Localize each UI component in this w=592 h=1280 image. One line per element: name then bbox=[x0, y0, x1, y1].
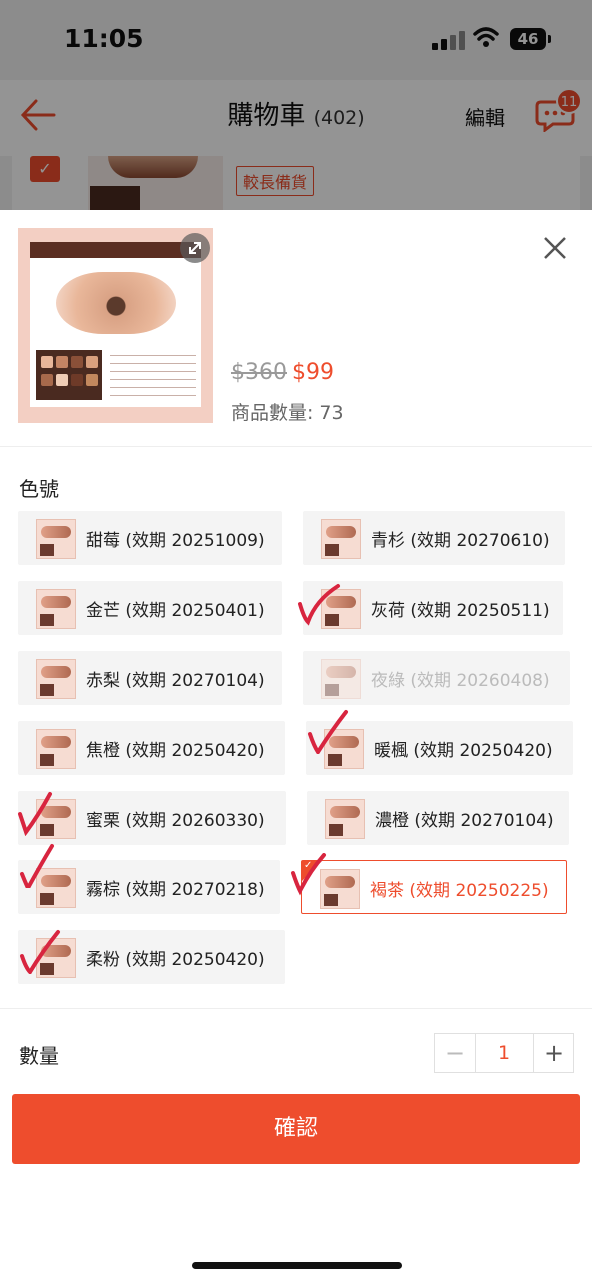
variant-thumbnail bbox=[321, 519, 361, 559]
variant-label: 灰荷 (效期 20250511) bbox=[371, 601, 550, 621]
variant-thumbnail bbox=[36, 729, 76, 769]
handwritten-check-icon bbox=[291, 853, 326, 896]
variant-thumbnail bbox=[36, 589, 76, 629]
variant-thumbnail bbox=[36, 519, 76, 559]
variant-thumbnail bbox=[325, 799, 365, 839]
handwritten-check-icon bbox=[20, 930, 60, 974]
variant-label: 柔粉 (效期 20250420) bbox=[86, 950, 265, 970]
quantity-label: 數量 bbox=[19, 1044, 59, 1068]
dim-overlay[interactable] bbox=[0, 0, 592, 210]
confirm-button[interactable]: 確認 bbox=[12, 1094, 580, 1164]
handwritten-check-icon bbox=[298, 584, 340, 626]
variant-label: 霧棕 (效期 20270218) bbox=[86, 880, 265, 900]
variant-label: 青杉 (效期 20270610) bbox=[371, 531, 550, 551]
variant-label: 赤梨 (效期 20270104) bbox=[86, 671, 265, 691]
handwritten-check-icon bbox=[20, 844, 54, 888]
close-icon[interactable] bbox=[540, 233, 570, 263]
variant-section-label: 色號 bbox=[19, 477, 59, 501]
quantity-value[interactable]: 1 bbox=[475, 1034, 533, 1072]
sale-price: $99 bbox=[292, 360, 334, 385]
home-indicator[interactable] bbox=[192, 1262, 402, 1269]
expand-image-icon[interactable] bbox=[180, 233, 210, 263]
variant-label: 夜綠 (效期 20260408) bbox=[371, 671, 550, 691]
handwritten-check-icon bbox=[18, 792, 52, 836]
quantity-increase-button[interactable]: + bbox=[533, 1034, 574, 1072]
variant-option[interactable]: 灰荷 (效期 20250511) bbox=[303, 581, 563, 635]
variant-label: 金芒 (效期 20250401) bbox=[86, 601, 265, 621]
variant-option[interactable]: 濃橙 (效期 20270104) bbox=[307, 791, 569, 845]
variant-option[interactable]: 赤梨 (效期 20270104) bbox=[18, 651, 282, 705]
variant-option-disabled: 夜綠 (效期 20260408) bbox=[303, 651, 570, 705]
variant-option[interactable]: 甜莓 (效期 20251009) bbox=[18, 511, 282, 565]
variant-label: 甜莓 (效期 20251009) bbox=[86, 531, 265, 551]
variant-option-selected[interactable]: ✓ 褐茶 (效期 20250225) bbox=[301, 860, 567, 914]
variant-option[interactable]: 焦橙 (效期 20250420) bbox=[18, 721, 285, 775]
divider bbox=[0, 1008, 592, 1009]
variant-label: 暖楓 (效期 20250420) bbox=[374, 741, 553, 761]
variant-thumbnail bbox=[321, 659, 361, 699]
variant-label: 濃橙 (效期 20270104) bbox=[375, 811, 554, 831]
original-price: $360 bbox=[231, 360, 287, 385]
variant-label: 褐茶 (效期 20250225) bbox=[370, 881, 549, 901]
variant-option[interactable]: 金芒 (效期 20250401) bbox=[18, 581, 282, 635]
stock-label: 商品數量: bbox=[231, 402, 314, 424]
variant-label: 蜜栗 (效期 20260330) bbox=[86, 811, 265, 831]
divider bbox=[0, 446, 592, 447]
variant-thumbnail bbox=[36, 659, 76, 699]
variant-option[interactable]: 青杉 (效期 20270610) bbox=[303, 511, 565, 565]
quantity-decrease-button[interactable]: − bbox=[435, 1034, 476, 1072]
handwritten-check-icon bbox=[308, 710, 348, 754]
stock-quantity: 商品數量: 73 bbox=[231, 398, 344, 425]
variant-label: 焦橙 (效期 20250420) bbox=[86, 741, 265, 761]
quantity-stepper: − 1 + bbox=[434, 1033, 574, 1073]
stock-value: 73 bbox=[319, 402, 344, 424]
